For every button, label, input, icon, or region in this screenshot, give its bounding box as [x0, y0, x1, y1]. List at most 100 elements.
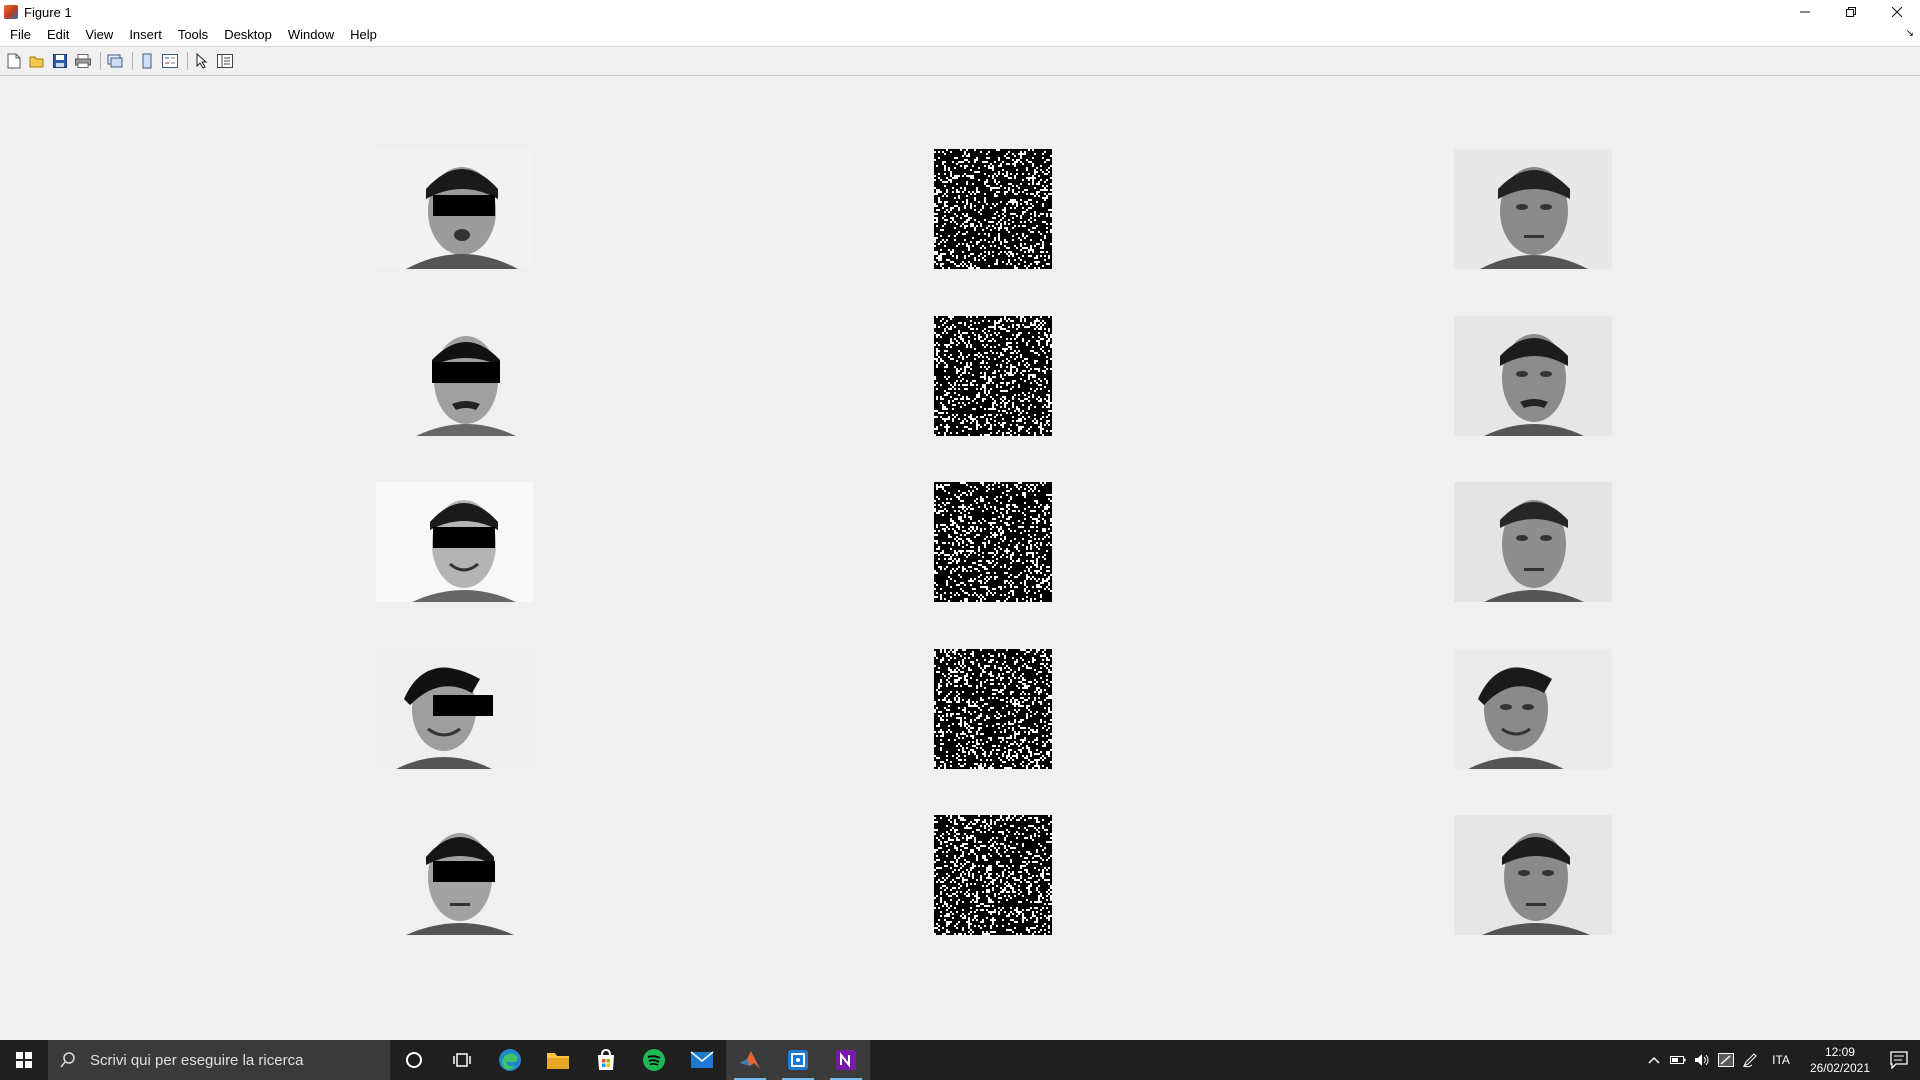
face-image [1454, 482, 1612, 602]
show-hidden-icons-button[interactable] [1642, 1040, 1666, 1080]
pen-workspace-icon [1718, 1053, 1735, 1067]
store-button[interactable] [582, 1040, 630, 1080]
action-center-button[interactable] [1880, 1040, 1920, 1080]
menu-window[interactable]: Window [280, 24, 342, 46]
original-face-image [376, 649, 534, 769]
spotify-icon [643, 1049, 665, 1071]
volume-button[interactable] [1690, 1040, 1714, 1080]
onenote-icon [836, 1050, 856, 1070]
face-image [376, 649, 534, 769]
close-icon [1892, 7, 1902, 17]
menu-desktop[interactable]: Desktop [216, 24, 280, 46]
clock-time: 12:09 [1824, 1045, 1855, 1059]
menu-help[interactable]: Help [342, 24, 385, 46]
face-image [1454, 149, 1612, 269]
edit-plot-button[interactable] [192, 51, 212, 71]
file-explorer-icon [547, 1053, 569, 1069]
matlab-figure-icon [4, 5, 18, 19]
snipping-icon [788, 1050, 808, 1070]
reconstructed-face-image [1454, 649, 1612, 769]
restore-icon [1846, 7, 1856, 17]
matlab-button[interactable] [726, 1040, 774, 1080]
menu-view[interactable]: View [77, 24, 121, 46]
original-face-image [376, 815, 534, 935]
title-bar: Figure 1 [0, 0, 1920, 24]
cortana-button[interactable] [390, 1040, 438, 1080]
mail-button[interactable] [678, 1040, 726, 1080]
noise-image [934, 649, 1052, 769]
windows-taskbar: Scrivi qui per eseguire la ricerca ITA 1… [0, 1040, 1920, 1080]
face-image [376, 482, 534, 602]
menu-insert[interactable]: Insert [121, 24, 170, 46]
insert-colorbar-button[interactable] [137, 51, 157, 71]
clock-date: 26/02/2021 [1809, 1061, 1870, 1075]
store-icon [598, 1049, 614, 1070]
noise-pattern [934, 149, 1052, 269]
mail-icon [690, 1051, 714, 1068]
original-face-image [376, 482, 534, 602]
noise-pattern [934, 482, 1052, 602]
menu-edit[interactable]: Edit [39, 24, 77, 46]
edge-icon [499, 1049, 521, 1071]
input-language[interactable]: ITA [1762, 1053, 1800, 1067]
property-inspector-button[interactable] [215, 51, 235, 71]
chevron-up-icon [1648, 1056, 1660, 1064]
spotify-button[interactable] [630, 1040, 678, 1080]
battery-icon [1670, 1056, 1686, 1064]
noise-pattern [934, 316, 1052, 436]
reconstructed-face-image [1454, 316, 1612, 436]
battery-button[interactable] [1666, 1040, 1690, 1080]
print-button[interactable] [73, 51, 93, 71]
close-button[interactable] [1874, 0, 1920, 24]
pen-icon [1743, 1053, 1757, 1068]
dock-arrow-icon[interactable]: ↘ [1906, 28, 1914, 39]
start-button[interactable] [0, 1040, 48, 1080]
search-placeholder: Scrivi qui per eseguire la ricerca [90, 1051, 304, 1069]
original-face-image [376, 316, 534, 436]
face-image [1454, 649, 1612, 769]
windows-logo-icon [16, 1052, 32, 1068]
restore-button[interactable] [1828, 0, 1874, 24]
edit-plot-icon [196, 53, 208, 69]
menu-bar: File Edit View Insert Tools Desktop Wind… [0, 24, 1920, 46]
task-view-icon [453, 1053, 471, 1067]
insert-legend-icon [162, 54, 178, 68]
reconstructed-face-image [1454, 815, 1612, 935]
menu-file[interactable]: File [2, 24, 39, 46]
new-figure-icon [7, 53, 21, 69]
print-icon [75, 54, 91, 68]
system-tray: ITA 12:09 26/02/2021 [1642, 1040, 1920, 1080]
notification-icon [1890, 1051, 1908, 1069]
pen-workspace-button[interactable] [1714, 1040, 1738, 1080]
menu-tools[interactable]: Tools [170, 24, 216, 46]
save-button[interactable] [50, 51, 70, 71]
new-figure-button[interactable] [4, 51, 24, 71]
window-title: Figure 1 [24, 4, 72, 20]
link-plot-button[interactable] [105, 51, 125, 71]
onenote-button[interactable] [822, 1040, 870, 1080]
noise-image [934, 316, 1052, 436]
minimize-button[interactable] [1782, 0, 1828, 24]
window-controls [1782, 0, 1920, 24]
clock[interactable]: 12:09 26/02/2021 [1800, 1044, 1880, 1076]
property-inspector-icon [217, 54, 233, 68]
reconstructed-face-image [1454, 482, 1612, 602]
noise-image [934, 482, 1052, 602]
taskbar-search-box[interactable]: Scrivi qui per eseguire la ricerca [48, 1040, 390, 1080]
minimize-icon [1800, 11, 1810, 13]
task-view-button[interactable] [438, 1040, 486, 1080]
noise-image [934, 815, 1052, 935]
edge-button[interactable] [486, 1040, 534, 1080]
pen-button[interactable] [1738, 1040, 1762, 1080]
insert-legend-button[interactable] [160, 51, 180, 71]
toolbar-separator [132, 52, 133, 70]
open-file-button[interactable] [27, 51, 47, 71]
face-image [376, 316, 534, 436]
snipping-tool-button[interactable] [774, 1040, 822, 1080]
noise-pattern [934, 649, 1052, 769]
face-image [1454, 815, 1612, 935]
noise-pattern [934, 815, 1052, 935]
reconstructed-face-image [1454, 149, 1612, 269]
matlab-icon [740, 1051, 760, 1069]
file-explorer-button[interactable] [534, 1040, 582, 1080]
